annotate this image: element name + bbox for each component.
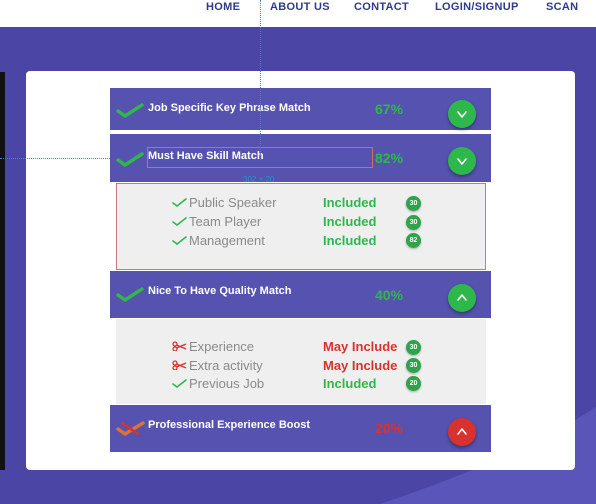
section-title: Job Specific Key Phrase Match xyxy=(148,102,311,114)
collapse-toggle-button[interactable] xyxy=(448,284,476,312)
scissors-icon xyxy=(172,360,187,370)
chevron-down-icon xyxy=(457,158,467,165)
item-status: May Include xyxy=(323,339,398,354)
item-status: Included xyxy=(323,233,377,248)
nav-login-signup[interactable]: LOGIN/SIGNUP xyxy=(435,0,519,14)
chevron-down-icon xyxy=(457,111,467,118)
score-badge: 30 xyxy=(406,196,421,211)
score-badge: 30 xyxy=(406,215,421,230)
chevron-up-icon xyxy=(457,294,467,301)
score-badge: 82 xyxy=(406,233,421,248)
scissors-icon xyxy=(172,341,187,351)
guide-line-vertical xyxy=(260,0,261,160)
section-header-nice-to-have[interactable]: Nice To Have Quality Match 40% xyxy=(110,271,491,318)
section-title: Professional Experience Boost xyxy=(148,419,310,431)
section-header-professional-experience[interactable]: Professional Experience Boost 20% xyxy=(110,405,491,452)
section-percent: 40% xyxy=(375,287,404,303)
item-status: Included xyxy=(323,195,377,210)
item-label: Extra activity xyxy=(189,358,263,373)
score-badge: 20 xyxy=(406,376,421,391)
checkmark-icon xyxy=(116,152,144,167)
checkmark-icon xyxy=(172,379,187,388)
item-label: Team Player xyxy=(189,214,262,229)
section-percent: 82% xyxy=(375,150,404,166)
chevron-up-icon xyxy=(457,428,467,435)
collapse-toggle-button[interactable] xyxy=(448,418,476,446)
top-nav-bar: HOME ABOUT US CONTACT LOGIN/SIGNUP SCAN xyxy=(0,0,596,27)
score-badge: 30 xyxy=(406,358,421,373)
nav-contact[interactable]: CONTACT xyxy=(354,0,409,14)
section-header-key-phrase[interactable]: Job Specific Key Phrase Match 67% xyxy=(110,88,491,130)
checkmark-icon xyxy=(172,236,187,245)
nav-home[interactable]: HOME xyxy=(206,0,240,14)
checkmark-icon xyxy=(116,103,144,118)
expand-toggle-button[interactable] xyxy=(448,147,476,175)
nav-about-us[interactable]: ABOUT US xyxy=(270,0,330,14)
item-label: Experience xyxy=(189,339,255,354)
item-label: Previous Job xyxy=(189,376,265,391)
item-status: Included xyxy=(323,376,377,391)
checkmark-icon xyxy=(172,198,187,207)
checkmark-icon xyxy=(116,287,144,302)
guide-line-horizontal xyxy=(0,158,110,159)
left-dark-edge xyxy=(0,72,5,470)
section-title: Nice To Have Quality Match xyxy=(148,285,292,297)
item-status: May Include xyxy=(323,358,398,373)
cross-check-icon xyxy=(116,421,145,436)
score-badge: 30 xyxy=(406,340,421,355)
item-status: Included xyxy=(323,214,377,229)
checkmark-icon xyxy=(172,217,187,226)
item-label: Public Speaker xyxy=(189,195,277,210)
nav-scan[interactable]: SCAN xyxy=(546,0,578,14)
expand-toggle-button[interactable] xyxy=(448,100,476,128)
section-percent: 67% xyxy=(375,101,404,117)
section-percent: 20% xyxy=(375,420,404,436)
item-label: Management xyxy=(189,233,265,248)
